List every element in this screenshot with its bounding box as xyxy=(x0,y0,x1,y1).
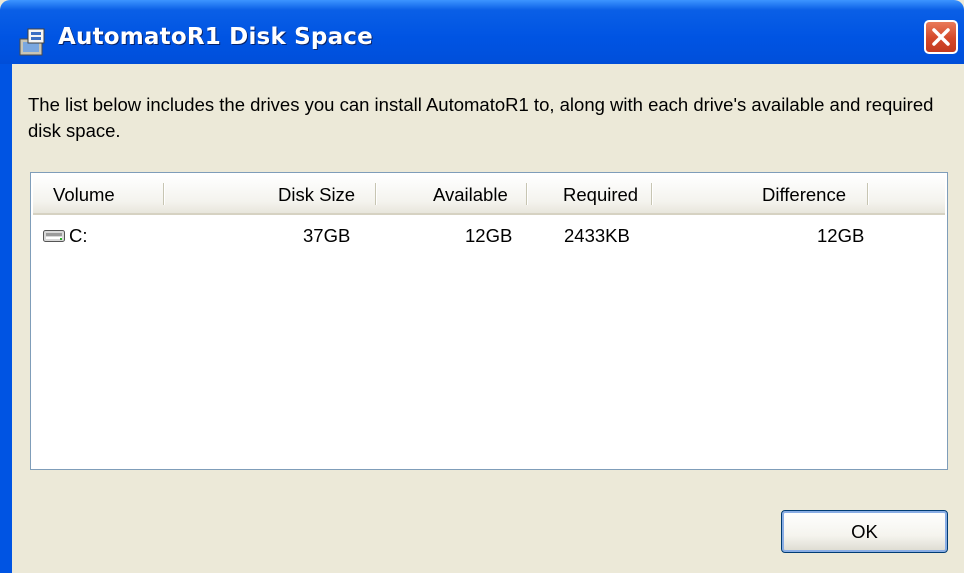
installer-app-icon xyxy=(19,28,45,56)
column-separator[interactable] xyxy=(651,183,653,205)
column-header-difference[interactable]: Difference xyxy=(762,184,846,206)
list-header: Volume Disk Size Available Required Diff… xyxy=(33,175,945,215)
column-separator[interactable] xyxy=(867,183,869,205)
cell-available: 12GB xyxy=(465,225,513,246)
table-row[interactable]: C: 37GB 12GB 2433KB 12GB xyxy=(33,223,945,251)
column-header-volume[interactable]: Volume xyxy=(53,184,115,206)
column-separator[interactable] xyxy=(375,183,377,205)
column-header-required[interactable]: Required xyxy=(563,184,638,206)
column-separator[interactable] xyxy=(163,183,165,205)
cell-volume: C: xyxy=(69,225,88,246)
cell-required: 2433KB xyxy=(564,225,630,246)
ok-button[interactable]: OK xyxy=(781,510,948,553)
column-header-disk-size[interactable]: Disk Size xyxy=(278,184,355,206)
column-header-available[interactable]: Available xyxy=(433,184,508,206)
close-icon xyxy=(932,28,950,46)
description-text: The list below includes the drives you c… xyxy=(28,94,934,141)
hard-drive-icon xyxy=(43,230,65,242)
cell-difference: 12GB xyxy=(817,225,865,246)
close-button[interactable] xyxy=(924,20,958,54)
window-title: AutomatoR1 Disk Space xyxy=(58,24,373,50)
window-frame-left xyxy=(0,64,12,573)
cell-disk-size: 37GB xyxy=(303,225,351,246)
drive-list[interactable]: Volume Disk Size Available Required Diff… xyxy=(30,172,948,470)
column-separator[interactable] xyxy=(526,183,528,205)
